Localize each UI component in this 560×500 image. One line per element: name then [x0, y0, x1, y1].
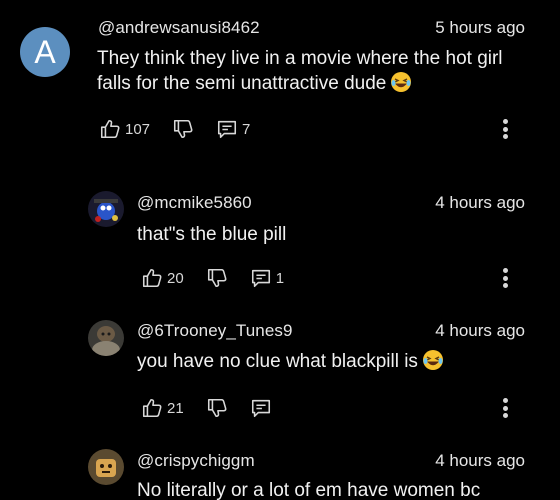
comment-author[interactable]: @mcmike5860	[137, 193, 252, 213]
like-button[interactable]: 21	[141, 397, 184, 419]
reply-button[interactable]: 7	[216, 118, 250, 140]
comment-text: No literally or a lot of em have women b…	[137, 480, 481, 500]
like-count: 21	[167, 399, 184, 417]
reply-button[interactable]	[250, 397, 272, 419]
thumbs-down-icon	[206, 397, 228, 419]
comment-text-line2: falls for the semi unattractive dude	[97, 73, 387, 94]
laughing-emoji-icon	[422, 349, 444, 371]
more-vert-icon[interactable]	[500, 116, 510, 142]
thumbs-down-icon	[172, 118, 194, 140]
comment-author[interactable]: @crispychiggm	[137, 451, 255, 471]
thumbs-up-icon	[141, 397, 163, 419]
like-button[interactable]: 107	[99, 118, 150, 140]
comment-text-line: falls for the semi unattractive dude	[97, 71, 503, 96]
reply-button[interactable]: 1	[250, 267, 284, 289]
more-vert-icon[interactable]	[500, 395, 510, 421]
comment-actions: 20 1	[141, 265, 284, 291]
dislike-button[interactable]	[172, 118, 194, 140]
avatar-letter: A	[34, 33, 56, 70]
comment-author[interactable]: @6Trooney_Tunes9	[137, 321, 293, 341]
avatar[interactable]	[88, 191, 124, 227]
avatar[interactable]	[88, 320, 124, 356]
comment-timestamp: 4 hours ago	[435, 321, 525, 340]
comments-page: A @andrewsanusi8462 5 hours ago They thi…	[0, 0, 560, 500]
reply-icon	[216, 118, 238, 140]
comment-text: that"s the blue pill	[137, 224, 287, 245]
reply-icon	[250, 267, 272, 289]
comment-text: you have no clue what blackpill is	[137, 349, 444, 374]
comment-text-line: They think they live in a movie where th…	[97, 48, 503, 69]
thumbs-up-icon	[99, 118, 121, 140]
comment-actions: 21	[141, 395, 272, 421]
comment-text: They think they live in a movie where th…	[97, 46, 503, 96]
reply-count: 1	[275, 269, 285, 287]
dislike-button[interactable]	[206, 397, 228, 419]
comment-author[interactable]: @andrewsanusi8462	[98, 18, 260, 38]
comment-timestamp: 4 hours ago	[435, 451, 525, 470]
avatar[interactable]: A	[20, 27, 70, 77]
comment-actions: 107 7	[99, 116, 250, 142]
like-count: 107	[125, 120, 151, 138]
comment-timestamp: 4 hours ago	[435, 193, 525, 212]
dislike-button[interactable]	[206, 267, 228, 289]
avatar[interactable]	[88, 449, 124, 485]
laughing-emoji-icon	[390, 71, 412, 93]
like-count: 20	[167, 269, 184, 287]
comment-text-line: you have no clue what blackpill is	[137, 351, 418, 372]
reply-count: 7	[242, 120, 251, 138]
more-vert-icon[interactable]	[500, 265, 510, 291]
like-button[interactable]: 20	[141, 267, 184, 289]
comment-timestamp: 5 hours ago	[435, 18, 525, 37]
reply-icon	[250, 397, 272, 419]
thumbs-down-icon	[206, 267, 228, 289]
thumbs-up-icon	[141, 267, 163, 289]
